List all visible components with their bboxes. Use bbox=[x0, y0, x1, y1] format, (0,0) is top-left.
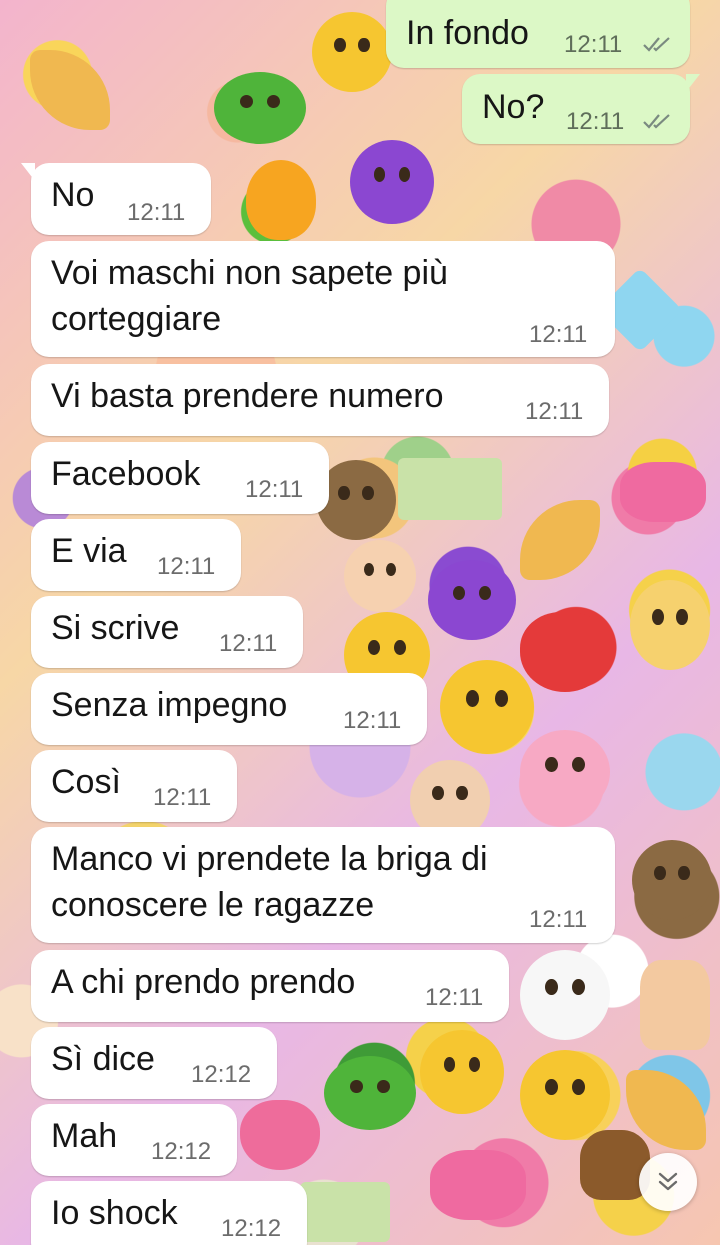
message-time: 12:11 bbox=[157, 553, 216, 580]
chat-conversation[interactable]: In fondo 12:11 No? 12:11 No 12:11 Voi ma… bbox=[0, 0, 720, 1245]
scroll-to-bottom-button[interactable] bbox=[639, 1153, 697, 1211]
message-time: 12:11 bbox=[525, 398, 584, 425]
bubble-tail bbox=[21, 163, 35, 181]
message-text: E via bbox=[51, 532, 127, 570]
message-bubble-incoming[interactable]: Io shock 12:12 bbox=[31, 1181, 307, 1245]
message-bubble-incoming[interactable]: Facebook 12:11 bbox=[31, 442, 329, 514]
message-text: In fondo bbox=[406, 14, 529, 52]
message-text: Voi maschi non sapete più corteggiare bbox=[51, 254, 448, 338]
message-time: 12:12 bbox=[151, 1138, 212, 1165]
message-time: 12:11 bbox=[127, 199, 186, 226]
message-bubble-outgoing[interactable]: In fondo 12:11 bbox=[386, 0, 690, 68]
message-bubble-incoming[interactable]: Vi basta prendere numero 12:11 bbox=[31, 364, 609, 436]
message-bubble-incoming[interactable]: A chi prendo prendo 12:11 bbox=[31, 950, 509, 1022]
message-bubble-incoming[interactable]: Si scrive 12:11 bbox=[31, 596, 303, 668]
chevron-double-down-icon bbox=[658, 1172, 678, 1191]
message-time: 12:11 bbox=[219, 630, 278, 657]
message-time: 12:11 bbox=[564, 31, 623, 58]
message-bubble-outgoing[interactable]: No? 12:11 bbox=[462, 74, 700, 144]
message-bubble-incoming[interactable]: Mah 12:12 bbox=[31, 1104, 237, 1176]
message-bubble-incoming[interactable]: Manco vi prendete la briga di conoscere … bbox=[31, 827, 615, 943]
double-check-icon bbox=[643, 114, 670, 129]
double-check-icon bbox=[643, 37, 670, 52]
message-time: 12:11 bbox=[153, 784, 212, 811]
message-bubble-incoming[interactable]: No 12:11 bbox=[21, 163, 211, 235]
message-bubble-incoming[interactable]: E via 12:11 bbox=[31, 519, 241, 591]
message-text: A chi prendo prendo bbox=[51, 963, 356, 1001]
message-bubble-incoming[interactable]: Così 12:11 bbox=[31, 750, 237, 822]
message-time: 12:11 bbox=[529, 906, 588, 933]
message-text: Senza impegno bbox=[51, 686, 288, 724]
message-time: 12:11 bbox=[529, 321, 588, 348]
message-bubble-incoming[interactable]: Voi maschi non sapete più corteggiare 12… bbox=[31, 241, 615, 357]
message-text: Io shock bbox=[51, 1194, 178, 1232]
message-text: Si scrive bbox=[51, 609, 180, 647]
message-text: Manco vi prendete la briga di conoscere … bbox=[51, 840, 488, 924]
message-time: 12:12 bbox=[191, 1061, 252, 1088]
message-bubble-incoming[interactable]: Sì dice 12:12 bbox=[31, 1027, 277, 1099]
message-text: Così bbox=[51, 763, 121, 801]
message-text: Mah bbox=[51, 1117, 118, 1155]
message-time: 12:12 bbox=[221, 1215, 282, 1242]
message-time: 12:11 bbox=[425, 984, 484, 1011]
message-text: No bbox=[51, 176, 95, 214]
message-text: Vi basta prendere numero bbox=[51, 377, 444, 415]
message-bubble-incoming[interactable]: Senza impegno 12:11 bbox=[31, 673, 427, 745]
bubble-tail bbox=[686, 74, 700, 92]
message-time: 12:11 bbox=[343, 707, 402, 734]
message-time: 12:11 bbox=[245, 476, 304, 503]
message-text: Facebook bbox=[51, 455, 201, 493]
message-text: Sì dice bbox=[51, 1040, 155, 1078]
message-text: No? bbox=[482, 88, 545, 126]
message-time: 12:11 bbox=[566, 108, 625, 135]
